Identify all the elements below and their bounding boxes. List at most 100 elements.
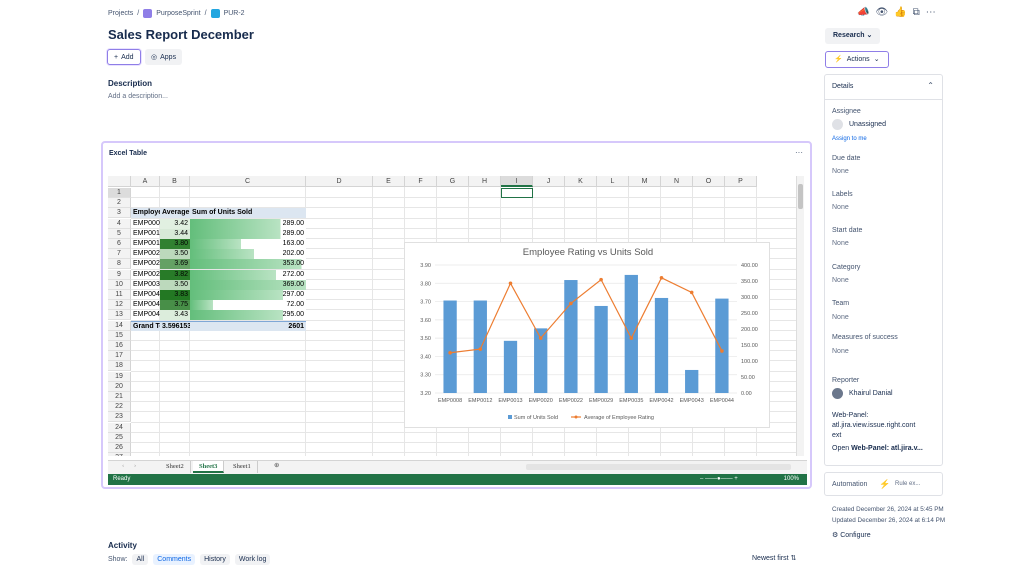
filter-work-log[interactable]: Work log bbox=[234, 554, 271, 565]
units-cell[interactable]: 289.00 bbox=[190, 228, 306, 239]
apps-button[interactable]: ◎ Apps bbox=[145, 49, 183, 65]
rating-cell[interactable]: 3.50 bbox=[160, 279, 190, 290]
labels-value[interactable]: None bbox=[832, 204, 849, 211]
share-icon[interactable]: ⧉ bbox=[913, 7, 920, 18]
rating-cell[interactable]: 3.82 bbox=[160, 269, 190, 280]
row-header[interactable]: 22 bbox=[108, 402, 131, 413]
column-header[interactable]: G bbox=[437, 176, 469, 187]
row-header[interactable]: 25 bbox=[108, 432, 131, 443]
row-header[interactable]: 5 bbox=[108, 228, 131, 239]
row-header[interactable]: 4 bbox=[108, 218, 131, 229]
units-cell[interactable]: 295.00 bbox=[190, 310, 306, 321]
megaphone-icon[interactable]: 📣 bbox=[857, 7, 869, 18]
rating-cell[interactable]: 3.44 bbox=[160, 228, 190, 239]
select-all-corner[interactable] bbox=[108, 176, 131, 187]
configure-button[interactable]: ⚙ Configure bbox=[832, 531, 871, 539]
assignee-value[interactable]: Unassigned bbox=[849, 121, 886, 128]
sheet-tab[interactable]: Sheet2 bbox=[160, 461, 191, 473]
breadcrumb-project[interactable]: PurposeSprint bbox=[156, 10, 200, 17]
details-heading[interactable]: Details bbox=[832, 83, 853, 90]
table-cell[interactable]: EMP0008 bbox=[131, 219, 160, 229]
header-cell[interactable]: Sum of Units Sold bbox=[190, 208, 306, 219]
column-header[interactable]: O bbox=[693, 176, 725, 187]
row-header[interactable]: 18 bbox=[108, 361, 131, 372]
reporter-value[interactable]: Khairul Danial bbox=[849, 390, 893, 397]
column-header[interactable]: N bbox=[661, 176, 693, 187]
column-header[interactable]: L bbox=[597, 176, 629, 187]
units-cell[interactable]: 369.00 bbox=[190, 279, 306, 290]
table-cell[interactable]: EMP0042 bbox=[131, 290, 160, 300]
prev-sheet-icon[interactable]: ‹ bbox=[122, 462, 124, 469]
column-header[interactable]: E bbox=[373, 176, 405, 187]
units-cell[interactable]: 297.00 bbox=[190, 290, 306, 300]
assign-to-me-link[interactable]: Assign to me bbox=[832, 136, 867, 142]
row-header[interactable]: 23 bbox=[108, 412, 131, 423]
grand-total-units[interactable]: 2601 bbox=[190, 320, 306, 331]
sort-button[interactable]: Newest first ⇅ bbox=[752, 554, 796, 562]
more-options-icon[interactable]: ··· bbox=[795, 148, 803, 157]
watch-icon[interactable]: 👁 bbox=[875, 7, 888, 18]
column-header[interactable]: M bbox=[629, 176, 661, 187]
automation-panel[interactable]: Automation ⚡ Rule ex... bbox=[824, 472, 943, 496]
more-icon[interactable]: ⋯ bbox=[926, 7, 936, 18]
units-cell[interactable]: 289.00 bbox=[190, 218, 306, 229]
row-header[interactable]: 17 bbox=[108, 351, 131, 362]
next-sheet-icon[interactable]: › bbox=[134, 462, 136, 469]
sheet-tab-active[interactable]: Sheet3 bbox=[193, 461, 225, 473]
team-value[interactable]: None bbox=[832, 314, 849, 321]
row-header[interactable]: 19 bbox=[108, 371, 131, 382]
category-value[interactable]: None bbox=[832, 277, 849, 284]
spreadsheet-grid[interactable]: A B C D E F G H I J K L M N O P 1 2 3 4 5 6 7 8 9 10 11 12 13 14 15 16 1… bbox=[108, 176, 807, 456]
units-cell[interactable]: 163.00 bbox=[190, 239, 306, 249]
table-cell[interactable]: EMP0022 bbox=[131, 259, 160, 269]
units-cell[interactable]: 202.00 bbox=[190, 249, 306, 260]
column-header[interactable]: D bbox=[306, 176, 373, 187]
row-header[interactable]: 14 bbox=[108, 320, 131, 331]
due-date-value[interactable]: None bbox=[832, 168, 849, 175]
filter-comments[interactable]: Comments bbox=[153, 554, 196, 565]
units-cell[interactable]: 72.00 bbox=[190, 300, 306, 311]
row-header[interactable]: 3 bbox=[108, 208, 131, 219]
sheet-tab[interactable]: Sheet1 bbox=[227, 461, 258, 473]
column-header[interactable]: H bbox=[469, 176, 501, 187]
page-title[interactable]: Sales Report December bbox=[108, 27, 254, 42]
breadcrumb-projects[interactable]: Projects bbox=[108, 10, 133, 17]
row-header[interactable]: 24 bbox=[108, 422, 131, 433]
units-cell[interactable]: 353.00 bbox=[190, 259, 306, 270]
add-sheet-icon[interactable]: ⊕ bbox=[274, 461, 279, 469]
row-header[interactable]: 2 bbox=[108, 198, 131, 209]
breadcrumb-issue[interactable]: PUR-2 bbox=[224, 10, 245, 17]
column-header[interactable]: C bbox=[190, 176, 306, 187]
row-header[interactable]: 16 bbox=[108, 341, 131, 351]
actions-button[interactable]: ⚡ Actions ⌄ bbox=[825, 51, 889, 68]
column-header[interactable]: P bbox=[725, 176, 757, 187]
rating-cell[interactable]: 3.75 bbox=[160, 300, 190, 311]
row-header[interactable]: 20 bbox=[108, 381, 131, 392]
filter-all[interactable]: All bbox=[132, 554, 149, 565]
excel-embed[interactable]: Excel Table ··· ABCDEFGHIJKLMNOP12345678… bbox=[101, 141, 812, 489]
table-cell[interactable]: EMP0020 bbox=[131, 249, 160, 259]
header-cell[interactable]: Average of Employee Rating bbox=[160, 208, 190, 219]
row-header[interactable]: 26 bbox=[108, 443, 131, 453]
table-cell[interactable]: EMP0044 bbox=[131, 310, 160, 320]
row-header[interactable]: 6 bbox=[108, 239, 131, 249]
selected-cell[interactable] bbox=[501, 188, 533, 199]
table-cell[interactable]: EMP0035 bbox=[131, 280, 160, 290]
row-header[interactable]: 13 bbox=[108, 310, 131, 321]
rating-cell[interactable]: 3.42 bbox=[160, 218, 190, 229]
rating-cell[interactable]: 3.83 bbox=[160, 290, 190, 300]
measures-value[interactable]: None bbox=[832, 348, 849, 355]
grand-total-rating[interactable]: 3.5961538461538 bbox=[160, 320, 190, 331]
row-header[interactable]: 27 bbox=[108, 453, 131, 456]
row-header[interactable]: 1 bbox=[108, 188, 131, 198]
like-icon[interactable]: 👍 bbox=[894, 7, 906, 18]
zoom-slider[interactable]: – ——●—— + bbox=[700, 474, 738, 485]
filter-history[interactable]: History bbox=[200, 554, 230, 565]
rating-cell[interactable]: 3.43 bbox=[160, 310, 190, 321]
webpanel-link[interactable]: Web-Panel: atl.jira.v... bbox=[851, 445, 923, 452]
column-header[interactable]: B bbox=[160, 176, 190, 187]
units-cell[interactable]: 272.00 bbox=[190, 269, 306, 280]
row-header[interactable]: 8 bbox=[108, 259, 131, 270]
row-header[interactable]: 11 bbox=[108, 290, 131, 300]
column-header[interactable]: A bbox=[131, 176, 160, 187]
